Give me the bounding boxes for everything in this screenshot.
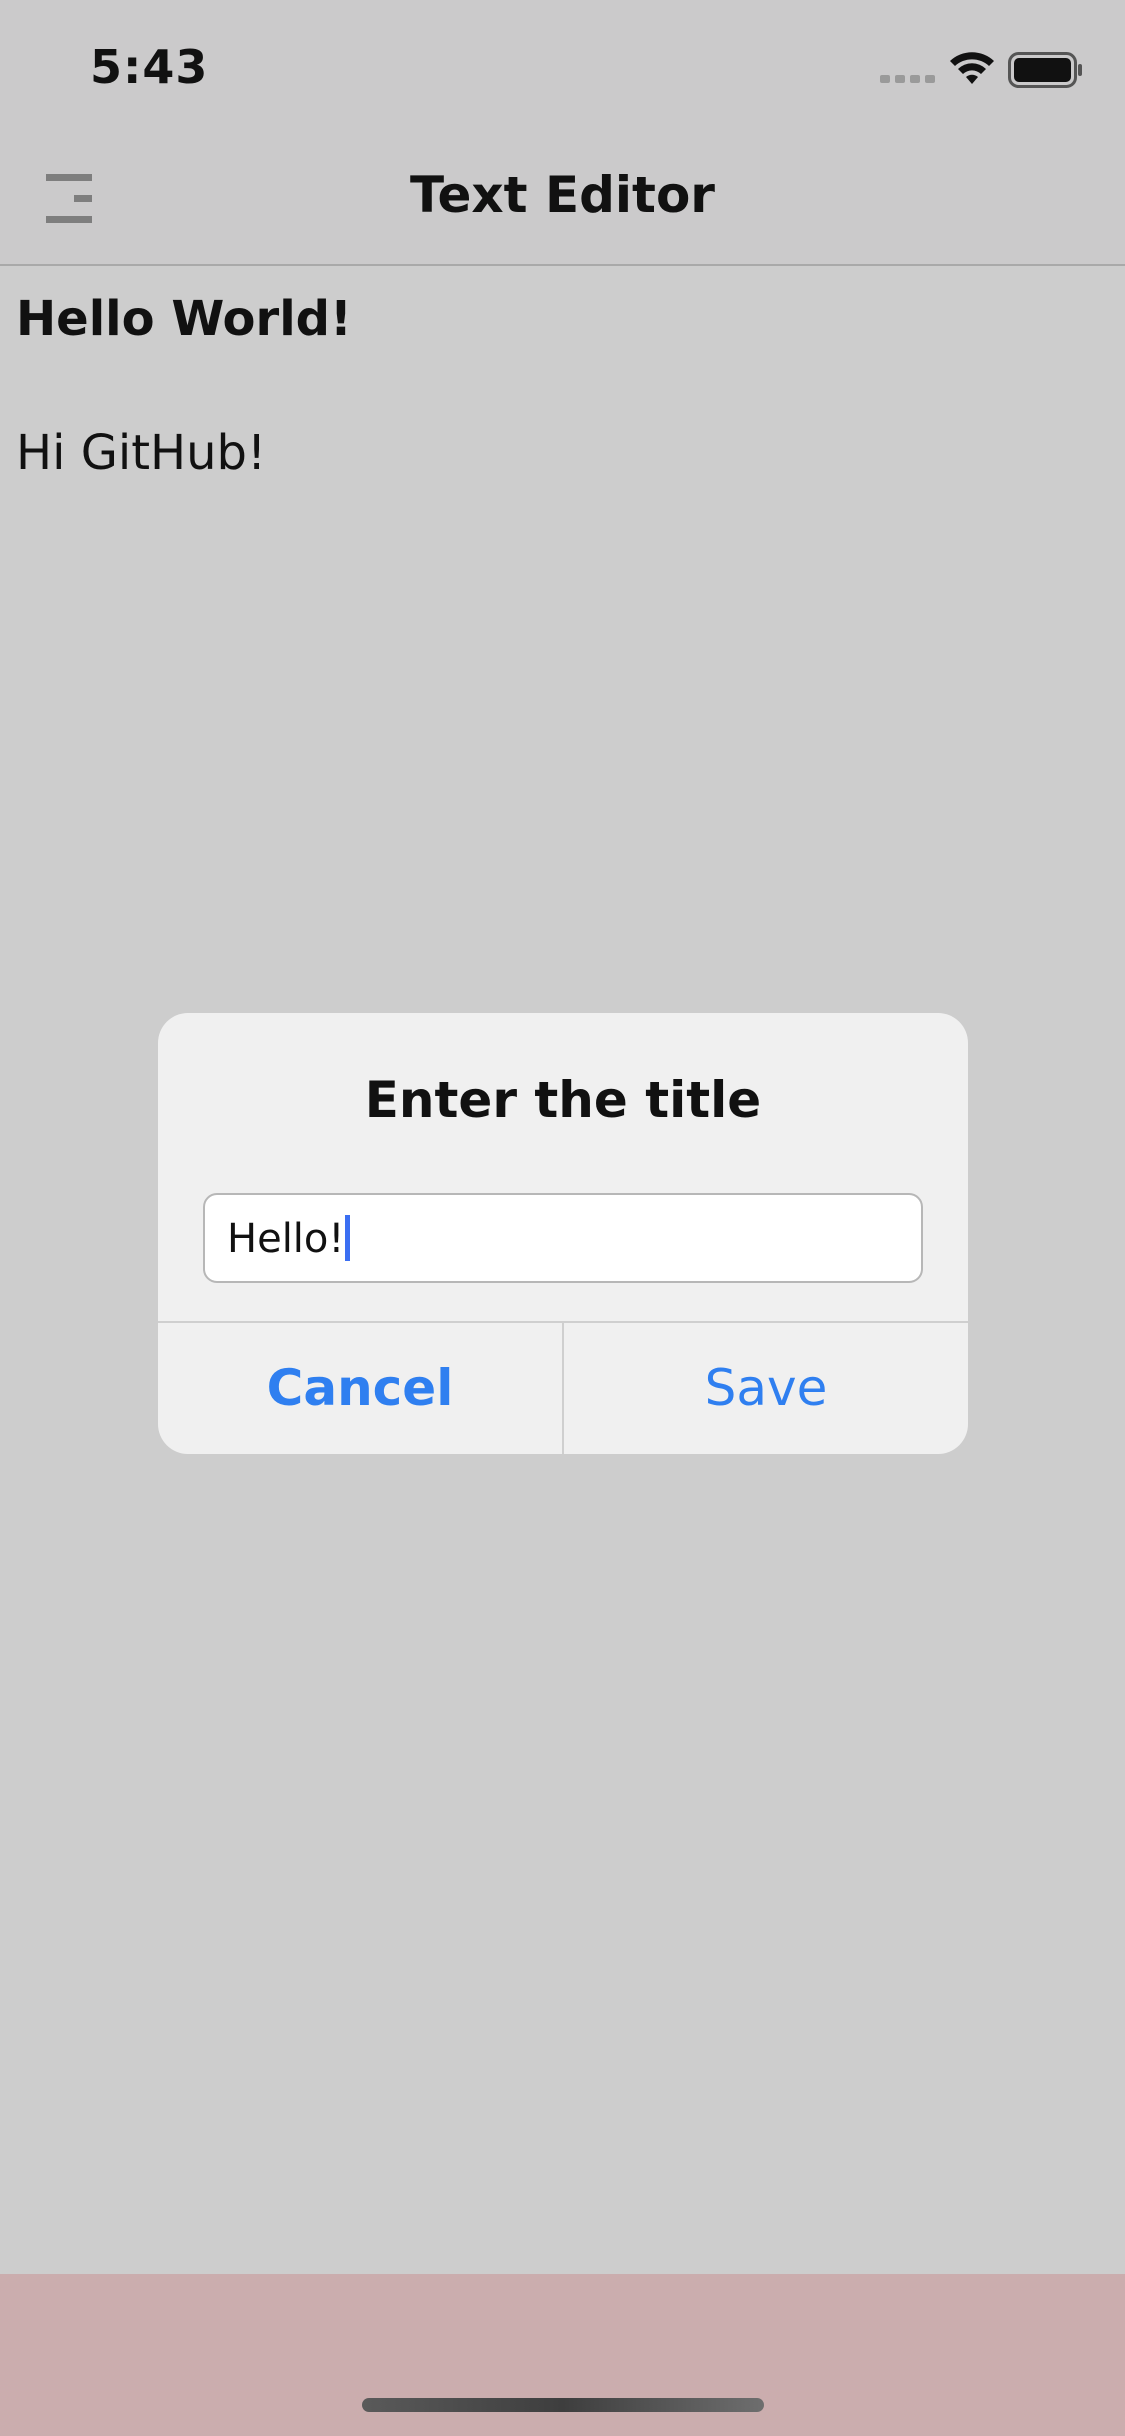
title-input-text: Hello! [227,1216,345,1262]
battery-icon [1008,52,1082,88]
cellular-signal-icon [880,75,935,83]
save-button[interactable]: Save [564,1323,968,1454]
title-input-value[interactable]: Hello! [227,1215,351,1262]
document-content[interactable]: Hello World! Hi GitHub! [16,285,1106,487]
status-bar: 5:43 [0,0,1125,130]
bottom-safe-area [0,2274,1125,2436]
home-indicator[interactable] [362,2398,764,2412]
title-alert-dialog: Enter the title Hello! Cancel Save [158,1013,968,1454]
document-body-text[interactable]: Hi GitHub! [16,419,1106,487]
cancel-button[interactable]: Cancel [158,1323,562,1454]
navigation-bar: Text Editor [0,130,1125,266]
status-time: 5:43 [90,40,209,94]
alert-title: Enter the title [364,1071,762,1129]
text-cursor [345,1215,351,1261]
document-heading[interactable]: Hello World! [16,285,1106,353]
page-title: Text Editor [410,166,715,224]
title-input[interactable]: Hello! [203,1193,923,1283]
wifi-icon [950,52,994,84]
